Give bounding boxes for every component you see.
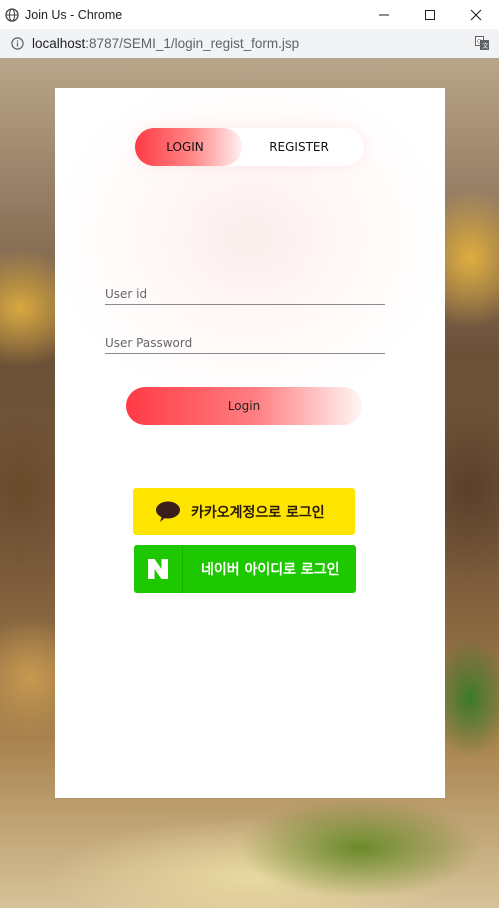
url-text[interactable]: localhost:8787/SEMI_1/login_regist_form.… bbox=[32, 36, 299, 51]
password-input[interactable] bbox=[105, 333, 385, 353]
naver-n-icon bbox=[134, 545, 183, 593]
url-path: :8787/SEMI_1/login_regist_form.jsp bbox=[85, 36, 300, 51]
login-card: LOGIN REGISTER Login 카카오계정으로 로그인 네이버 아이디… bbox=[55, 88, 445, 798]
window-title-bar: Join Us - Chrome bbox=[0, 0, 499, 29]
translate-icon[interactable]: G文 bbox=[475, 36, 489, 50]
user-id-input[interactable] bbox=[105, 284, 385, 304]
minimize-icon[interactable] bbox=[361, 0, 407, 29]
maximize-icon[interactable] bbox=[407, 0, 453, 29]
password-field bbox=[105, 333, 385, 354]
info-icon[interactable] bbox=[11, 37, 24, 50]
tab-login[interactable]: LOGIN bbox=[135, 128, 235, 166]
globe-icon bbox=[5, 7, 19, 22]
close-icon[interactable] bbox=[453, 0, 499, 29]
login-register-toggle: LOGIN REGISTER bbox=[135, 128, 364, 166]
svg-text:G: G bbox=[477, 39, 482, 46]
naver-login-button[interactable]: 네이버 아이디로 로그인 bbox=[134, 545, 356, 593]
svg-text:文: 文 bbox=[482, 42, 488, 50]
window-title: Join Us - Chrome bbox=[25, 7, 123, 22]
naver-login-label: 네이버 아이디로 로그인 bbox=[201, 562, 340, 578]
tab-register[interactable]: REGISTER bbox=[250, 128, 348, 166]
url-host: localhost bbox=[32, 36, 86, 51]
user-id-field bbox=[105, 284, 385, 305]
page-background: LOGIN REGISTER Login 카카오계정으로 로그인 네이버 아이디… bbox=[0, 58, 499, 908]
kakao-login-label: 카카오계정으로 로그인 bbox=[191, 504, 325, 521]
login-button[interactable]: Login bbox=[126, 387, 362, 425]
address-bar[interactable]: localhost:8787/SEMI_1/login_regist_form.… bbox=[0, 29, 499, 59]
kakao-login-button[interactable]: 카카오계정으로 로그인 bbox=[133, 488, 355, 535]
kakao-speech-icon bbox=[155, 501, 181, 523]
